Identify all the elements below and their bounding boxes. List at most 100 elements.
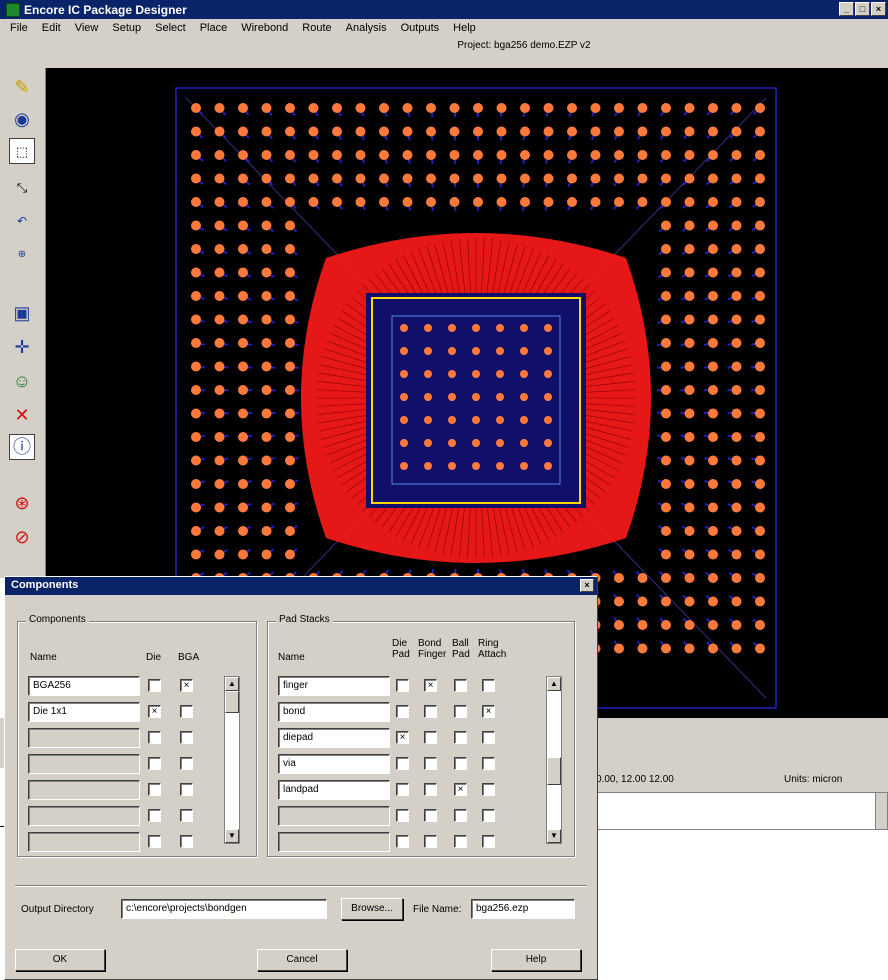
scroll-down-icon[interactable]: ▼	[225, 829, 239, 843]
component-bga-checkbox[interactable]	[180, 705, 193, 718]
padstack-die-checkbox[interactable]	[396, 757, 409, 770]
component-bga-checkbox[interactable]	[180, 783, 193, 796]
component-die-checkbox[interactable]	[148, 679, 161, 692]
menu-outputs[interactable]: Outputs	[401, 22, 440, 34]
component-name-field[interactable]: BGA256	[28, 676, 140, 696]
menu-view[interactable]: View	[75, 22, 99, 34]
window-titlebar[interactable]: Encore IC Package Designer _ □ ×	[0, 0, 888, 19]
menu-select[interactable]: Select	[155, 22, 186, 34]
padstack-ring-checkbox[interactable]	[482, 731, 495, 744]
padstack-name-field[interactable]	[278, 832, 390, 852]
component-die-checkbox[interactable]	[148, 835, 161, 848]
padstack-ring-checkbox[interactable]	[482, 757, 495, 770]
padstack-ring-checkbox[interactable]	[482, 835, 495, 848]
scroll-thumb[interactable]	[225, 691, 239, 713]
component-die-checkbox[interactable]: ×	[148, 705, 161, 718]
component-die-checkbox[interactable]	[148, 757, 161, 770]
padstack-die-checkbox[interactable]	[396, 705, 409, 718]
padstack-bond-checkbox[interactable]	[424, 783, 437, 796]
component-bga-checkbox[interactable]	[180, 731, 193, 744]
padstack-die-checkbox[interactable]	[396, 835, 409, 848]
component-die-checkbox[interactable]	[148, 783, 161, 796]
padstack-bond-checkbox[interactable]	[424, 835, 437, 848]
padstack-name-field[interactable]	[278, 806, 390, 826]
component-name-field[interactable]	[28, 832, 140, 852]
padstack-ring-checkbox[interactable]	[482, 809, 495, 822]
component-icon[interactable]: ▣	[9, 300, 35, 326]
scroll-thumb[interactable]	[547, 757, 561, 785]
message-scrollbar[interactable]	[875, 793, 887, 829]
component-bga-checkbox[interactable]: ×	[180, 679, 193, 692]
padstack-ball-checkbox[interactable]: ×	[454, 783, 467, 796]
padstacks-scrollbar[interactable]: ▲ ▼	[546, 676, 562, 844]
menu-analysis[interactable]: Analysis	[346, 22, 387, 34]
browse-button[interactable]: Browse...	[341, 898, 403, 920]
menu-file[interactable]: File	[10, 22, 28, 34]
padstack-bond-checkbox[interactable]	[424, 809, 437, 822]
padstack-bond-checkbox[interactable]	[424, 731, 437, 744]
menu-place[interactable]: Place	[200, 22, 228, 34]
scroll-up-icon[interactable]: ▲	[225, 677, 239, 691]
zoom-icon[interactable]: ⊕	[9, 242, 35, 268]
component-name-field[interactable]	[28, 728, 140, 748]
minimize-button[interactable]: _	[839, 2, 854, 16]
select-box-icon[interactable]: ⬚	[9, 138, 35, 164]
help-button[interactable]: Help	[491, 949, 581, 971]
component-name-field[interactable]: Die 1x1	[28, 702, 140, 722]
padstack-name-field[interactable]: finger	[278, 676, 390, 696]
components-scrollbar[interactable]: ▲ ▼	[224, 676, 240, 844]
padstack-die-checkbox[interactable]	[396, 679, 409, 692]
menu-help[interactable]: Help	[453, 22, 476, 34]
route-icon[interactable]: ✛	[9, 334, 35, 360]
component-die-checkbox[interactable]	[148, 731, 161, 744]
padstack-die-checkbox[interactable]: ×	[396, 731, 409, 744]
menu-setup[interactable]: Setup	[112, 22, 141, 34]
component-name-field[interactable]	[28, 754, 140, 774]
padstack-name-field[interactable]: bond	[278, 702, 390, 722]
padstack-ring-checkbox[interactable]	[482, 783, 495, 796]
scroll-up-icon[interactable]: ▲	[547, 677, 561, 691]
stop-icon[interactable]: ⊛	[9, 490, 35, 516]
component-name-field[interactable]	[28, 806, 140, 826]
padstack-die-checkbox[interactable]	[396, 783, 409, 796]
padstack-bond-checkbox[interactable]	[424, 705, 437, 718]
padstack-ball-checkbox[interactable]	[454, 731, 467, 744]
padstack-name-field[interactable]: via	[278, 754, 390, 774]
padstack-ball-checkbox[interactable]	[454, 679, 467, 692]
scroll-down-icon[interactable]: ▼	[547, 829, 561, 843]
component-bga-checkbox[interactable]	[180, 835, 193, 848]
maximize-button[interactable]: □	[855, 2, 870, 16]
component-name-field[interactable]	[28, 780, 140, 800]
padstack-bond-checkbox[interactable]: ×	[424, 679, 437, 692]
globe-icon[interactable]: ◉	[9, 106, 35, 132]
padstack-name-field[interactable]: landpad	[278, 780, 390, 800]
padstack-ring-checkbox[interactable]	[482, 679, 495, 692]
menu-route[interactable]: Route	[302, 22, 331, 34]
pencil-icon[interactable]: ✎	[9, 74, 35, 100]
padstack-bond-checkbox[interactable]	[424, 757, 437, 770]
padstack-ball-checkbox[interactable]	[454, 705, 467, 718]
menu-edit[interactable]: Edit	[42, 22, 61, 34]
padstack-die-checkbox[interactable]	[396, 809, 409, 822]
undo-icon[interactable]: ↶	[9, 208, 35, 234]
output-directory-input[interactable]: c:\encore\projects\bondgen	[121, 899, 327, 919]
dialog-titlebar[interactable]: Components ×	[5, 577, 597, 595]
dialog-close-button[interactable]: ×	[580, 579, 594, 592]
cancel-icon[interactable]: ⊘	[9, 524, 35, 550]
padstack-ball-checkbox[interactable]	[454, 835, 467, 848]
padstack-name-field[interactable]: diepad	[278, 728, 390, 748]
info-icon[interactable]: ⓘ	[9, 434, 35, 460]
padstack-ring-checkbox[interactable]: ×	[482, 705, 495, 718]
cancel-button[interactable]: Cancel	[257, 949, 347, 971]
close-button[interactable]: ×	[871, 2, 886, 16]
component-die-checkbox[interactable]	[148, 809, 161, 822]
delete-icon[interactable]: ✕	[9, 402, 35, 428]
padstack-ball-checkbox[interactable]	[454, 757, 467, 770]
move-icon[interactable]: ⤡	[9, 174, 35, 200]
menu-wirebond[interactable]: Wirebond	[241, 22, 288, 34]
ok-button[interactable]: OK	[15, 949, 105, 971]
component-bga-checkbox[interactable]	[180, 809, 193, 822]
wirebond-icon[interactable]: ☺	[9, 368, 35, 394]
padstack-ball-checkbox[interactable]	[454, 809, 467, 822]
file-name-input[interactable]: bga256.ezp	[471, 899, 575, 919]
